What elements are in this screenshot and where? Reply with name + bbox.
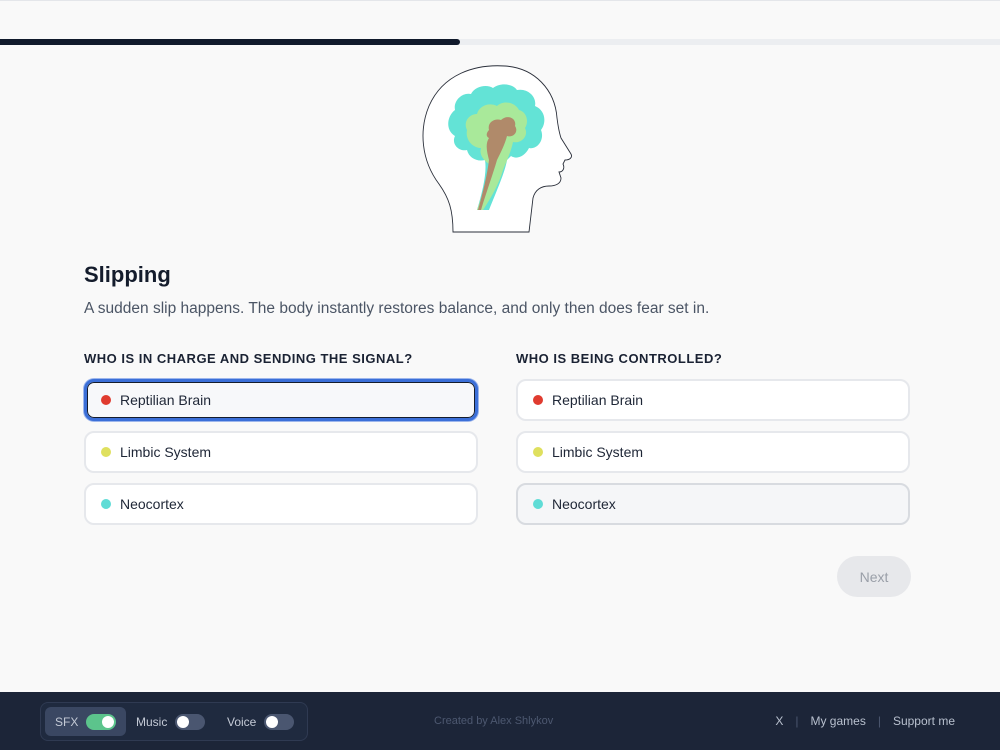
option-label: Reptilian Brain: [552, 392, 644, 408]
sender-heading: WHO IS IN CHARGE AND SENDING THE SIGNAL?: [84, 351, 413, 366]
controlled-column: WHO IS BEING CONTROLLED? Reptilian Brain…: [516, 350, 912, 535]
music-toggle[interactable]: [175, 713, 206, 730]
sender-options: Reptilian Brain Limbic System Neocortex: [84, 379, 480, 525]
progress-fill: [0, 39, 460, 45]
footer: SFX Music Voice Created by Alex Shlykov …: [0, 692, 1000, 750]
voice-control[interactable]: Voice: [227, 707, 295, 736]
reptilian-dot-icon: [533, 395, 543, 405]
question-description: A sudden slip happens. The body instantl…: [84, 300, 710, 317]
controlled-options: Reptilian Brain Limbic System Neocortex: [516, 379, 912, 525]
toggle-knob: [177, 715, 190, 728]
limbic-dot-icon: [533, 447, 543, 457]
controlled-option-neocortex[interactable]: Neocortex: [516, 483, 910, 525]
x-link[interactable]: X: [775, 714, 783, 728]
music-control[interactable]: Music: [136, 707, 206, 736]
question-title: Slipping: [84, 262, 171, 287]
music-label: Music: [136, 714, 168, 729]
sfx-control[interactable]: SFX: [45, 707, 127, 736]
support-me-link[interactable]: Support me: [893, 714, 955, 728]
limbic-dot-icon: [101, 447, 111, 457]
neocortex-dot-icon: [101, 499, 111, 509]
audio-controls: SFX Music Voice: [40, 702, 308, 741]
option-label: Limbic System: [120, 444, 212, 460]
neocortex-dot-icon: [533, 499, 543, 509]
option-label: Neocortex: [552, 496, 616, 512]
sender-option-reptilian[interactable]: Reptilian Brain: [84, 379, 478, 421]
controlled-option-limbic[interactable]: Limbic System: [516, 431, 910, 473]
sfx-label: SFX: [55, 714, 79, 729]
toggle-knob: [102, 715, 115, 728]
controlled-option-reptilian[interactable]: Reptilian Brain: [516, 379, 910, 421]
sender-option-limbic[interactable]: Limbic System: [84, 431, 478, 473]
sender-option-neocortex[interactable]: Neocortex: [84, 483, 478, 525]
voice-toggle[interactable]: [264, 713, 295, 730]
footer-links: X | My games | Support me: [775, 714, 955, 728]
sfx-toggle[interactable]: [86, 713, 117, 730]
progress-bar: [0, 39, 1000, 45]
top-border: [0, 0, 1000, 1]
option-label: Reptilian Brain: [120, 392, 212, 408]
divider: |: [795, 714, 799, 728]
toggle-knob: [266, 715, 279, 728]
option-label: Limbic System: [552, 444, 644, 460]
voice-label: Voice: [227, 714, 257, 729]
brain-head-icon: [422, 65, 572, 233]
divider: |: [877, 714, 881, 728]
controlled-heading: WHO IS BEING CONTROLLED?: [516, 351, 723, 366]
my-games-link[interactable]: My games: [810, 714, 865, 728]
option-label: Neocortex: [120, 496, 184, 512]
reptilian-dot-icon: [101, 395, 111, 405]
next-button[interactable]: Next: [837, 556, 911, 597]
credit-text: Created by Alex Shlykov: [434, 715, 554, 727]
sender-column: WHO IS IN CHARGE AND SENDING THE SIGNAL?…: [84, 350, 480, 535]
